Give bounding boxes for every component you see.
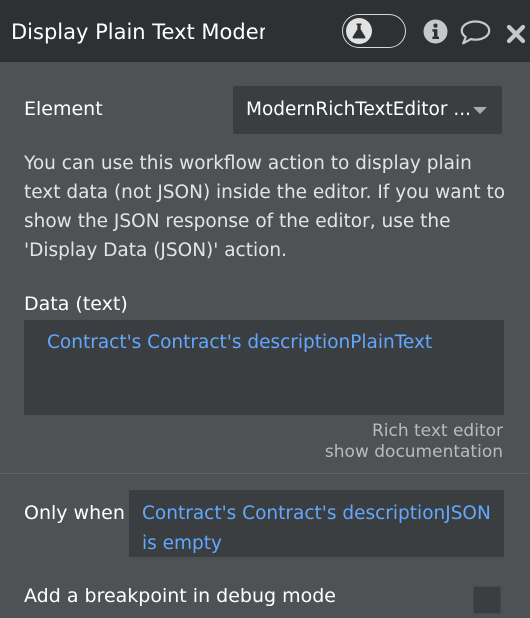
comment-icon[interactable] — [460, 20, 491, 45]
element-dropdown-value: ModernRichTextEditor ... — [246, 99, 471, 120]
test-mode-toggle[interactable] — [342, 14, 406, 48]
element-label: Element — [24, 98, 103, 120]
breakpoint-label: Add a breakpoint in debug mode — [24, 585, 336, 607]
only-when-expression[interactable]: Contract's Contract's descriptionJSON is… — [142, 499, 502, 559]
only-when-label: Only when — [24, 502, 125, 524]
close-icon[interactable] — [506, 24, 526, 44]
chevron-down-icon — [473, 107, 487, 114]
section-divider — [0, 473, 530, 474]
action-description: You can use this workflow action to disp… — [24, 153, 506, 261]
show-documentation-link[interactable]: show documentation — [325, 442, 503, 462]
info-icon[interactable] — [423, 19, 448, 44]
flask-icon — [352, 23, 366, 39]
data-text-label: Data (text) — [24, 293, 128, 315]
element-dropdown[interactable]: ModernRichTextEditor ... — [233, 86, 502, 134]
panel-title: Display Plain Text ModernRichTextEditor — [11, 20, 265, 44]
toggle-knob — [346, 18, 372, 44]
panel-header: Display Plain Text ModernRichTextEditor — [0, 0, 530, 62]
plugin-name: Rich text editor — [371, 421, 503, 441]
only-when-field[interactable]: Contract's Contract's descriptionJSON is… — [129, 490, 504, 557]
data-text-expression[interactable]: Contract's Contract's descriptionPlainTe… — [47, 332, 432, 353]
breakpoint-checkbox[interactable] — [473, 586, 501, 614]
data-text-field[interactable]: Contract's Contract's descriptionPlainTe… — [24, 320, 504, 415]
